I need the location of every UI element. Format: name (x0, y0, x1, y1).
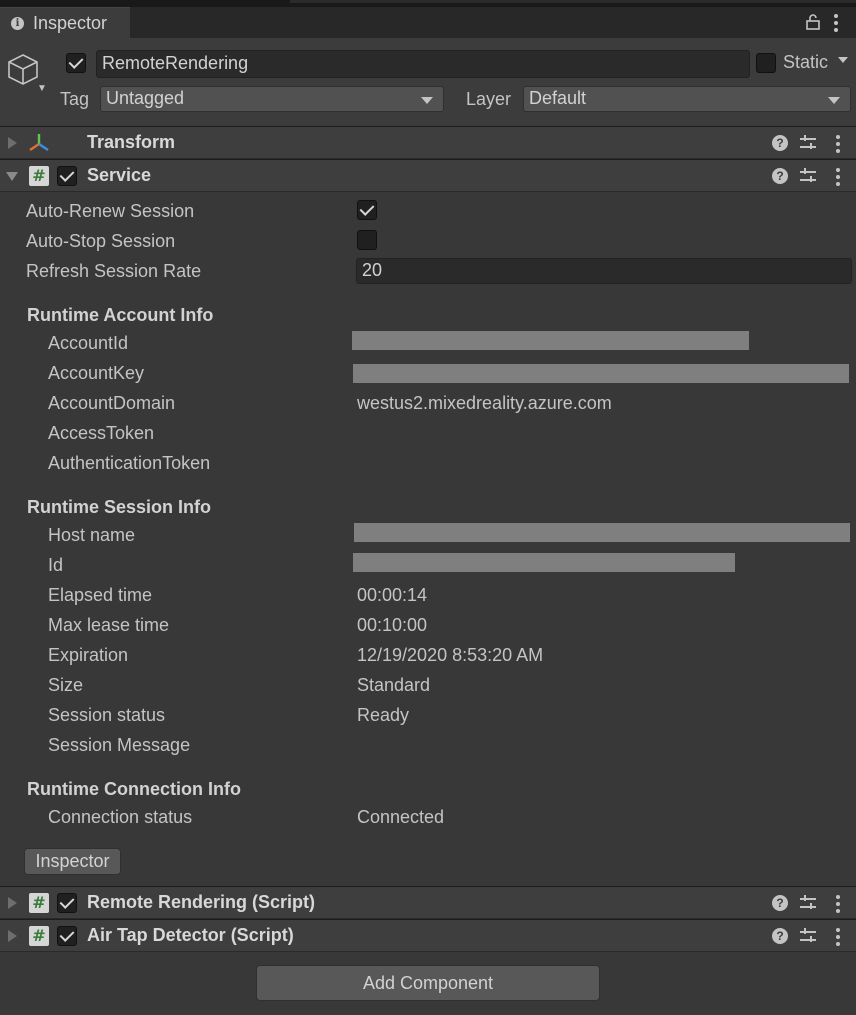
session-status-value: Ready (357, 705, 410, 725)
script-icon: # (29, 893, 49, 913)
lock-icon[interactable] (806, 14, 820, 30)
connection-status-value: Connected (357, 807, 445, 827)
tab-inspector[interactable]: i Inspector (0, 7, 130, 38)
account-key-label: AccountKey (48, 363, 145, 383)
max-lease-label: Max lease time (48, 615, 170, 635)
elapsed-value: 00:00:14 (357, 585, 428, 605)
max-lease-value: 00:10:00 (357, 615, 428, 635)
gameobject-header: ▼ RemoteRendering Static Tag Untagged La… (0, 38, 856, 126)
inspector-button[interactable]: Inspector (24, 848, 121, 875)
component-menu-icon[interactable] (836, 895, 840, 916)
account-key-redacted (353, 364, 849, 383)
service-enabled-checkbox[interactable] (57, 166, 77, 186)
script-icon: # (29, 166, 49, 186)
static-label[interactable]: Static (783, 52, 828, 73)
gameobject-active-checkbox[interactable] (66, 53, 86, 73)
presets-icon[interactable] (800, 135, 816, 151)
account-id-redacted (352, 331, 749, 350)
tab-bar: i Inspector (0, 0, 856, 38)
foldout-arrow-icon[interactable] (6, 172, 18, 181)
account-info-heading: Runtime Account Info (27, 305, 214, 325)
help-icon[interactable]: ? (772, 168, 788, 184)
size-value: Standard (357, 675, 431, 695)
connection-status-label: Connection status (48, 807, 193, 827)
foldout-arrow-icon[interactable] (8, 930, 17, 942)
tab-title: Inspector (33, 13, 108, 33)
script-icon: # (29, 926, 49, 946)
remote-rendering-enabled-checkbox[interactable] (57, 893, 77, 913)
remote-rendering-component-header[interactable]: # Remote Rendering (Script) ? (0, 886, 856, 919)
static-checkbox[interactable] (756, 53, 776, 73)
help-icon[interactable]: ? (772, 895, 788, 911)
tag-dropdown[interactable]: Untagged (100, 86, 444, 112)
layer-dropdown[interactable]: Default (523, 86, 851, 112)
component-title: Air Tap Detector (Script) (87, 925, 294, 945)
component-title: Transform (87, 132, 176, 152)
presets-icon[interactable] (800, 895, 816, 911)
static-dropdown-arrow-icon[interactable] (838, 57, 848, 63)
component-title: Remote Rendering (Script) (87, 892, 316, 912)
host-name-redacted (354, 523, 850, 542)
tag-value: Untagged (106, 88, 185, 108)
id-label: Id (48, 555, 64, 575)
gameobject-cube-icon[interactable] (6, 52, 40, 86)
layer-value: Default (529, 88, 587, 108)
air-tap-enabled-checkbox[interactable] (57, 926, 77, 946)
refresh-rate-label: Refresh Session Rate (26, 261, 202, 281)
session-status-label: Session status (48, 705, 166, 725)
auto-renew-label: Auto-Renew Session (26, 201, 195, 221)
size-label: Size (48, 675, 84, 695)
host-name-label: Host name (48, 525, 136, 545)
elapsed-label: Elapsed time (48, 585, 153, 605)
tag-label: Tag (60, 89, 90, 109)
layer-label: Layer (466, 89, 512, 109)
tab-bar-strip (290, 0, 856, 3)
info-icon: i (11, 17, 24, 30)
more-options-icon[interactable] (834, 14, 838, 35)
help-icon[interactable]: ? (772, 135, 788, 151)
expiration-value: 12/19/2020 8:53:20 AM (357, 645, 544, 665)
auth-token-label: AuthenticationToken (48, 453, 211, 473)
connection-info-heading: Runtime Connection Info (27, 779, 241, 799)
tab-bar-empty (130, 7, 856, 38)
component-menu-icon[interactable] (836, 135, 840, 156)
chevron-down-icon (828, 97, 840, 104)
component-title: Service (87, 165, 152, 185)
auto-renew-checkbox[interactable] (357, 200, 377, 220)
gameobject-name-field[interactable]: RemoteRendering (96, 50, 750, 78)
foldout-arrow-icon[interactable] (8, 897, 17, 909)
auto-stop-label: Auto-Stop Session (26, 231, 176, 251)
foldout-arrow-icon[interactable] (8, 137, 17, 149)
icon-dropdown-arrow-icon[interactable]: ▼ (37, 83, 47, 94)
service-component-header[interactable]: # Service ? (0, 159, 856, 192)
session-message-label: Session Message (48, 735, 191, 755)
chevron-down-icon (421, 97, 433, 104)
account-id-label: AccountId (48, 333, 129, 353)
air-tap-component-header[interactable]: # Air Tap Detector (Script) ? (0, 919, 856, 952)
account-domain-label: AccountDomain (48, 393, 176, 413)
component-menu-icon[interactable] (836, 928, 840, 949)
transform-component-header[interactable]: Transform ? (0, 126, 856, 159)
refresh-rate-field[interactable]: 20 (356, 258, 852, 284)
component-menu-icon[interactable] (836, 168, 840, 189)
presets-icon[interactable] (800, 168, 816, 184)
auto-stop-checkbox[interactable] (357, 230, 377, 250)
id-redacted (353, 553, 735, 572)
session-info-heading: Runtime Session Info (27, 497, 212, 517)
transform-icon (29, 134, 49, 151)
expiration-label: Expiration (48, 645, 129, 665)
add-component-button[interactable]: Add Component (256, 965, 600, 1001)
account-domain-value: westus2.mixedreality.azure.com (357, 393, 612, 413)
access-token-label: AccessToken (48, 423, 155, 443)
presets-icon[interactable] (800, 928, 816, 944)
help-icon[interactable]: ? (772, 928, 788, 944)
